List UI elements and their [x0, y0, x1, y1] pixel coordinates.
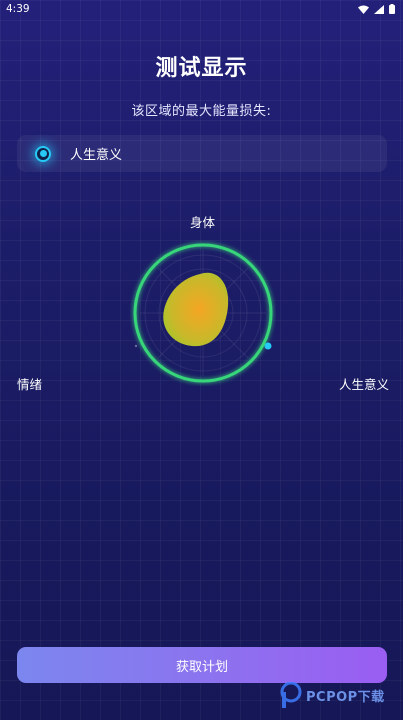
watermark-logo: PCPOP下载	[280, 682, 385, 708]
get-plan-button[interactable]: 获取计划	[17, 647, 387, 683]
energy-radar-chart	[133, 243, 273, 383]
option-item-meaning-of-life[interactable]: 人生意义	[17, 135, 387, 172]
watermark-text: PCPOP下载	[306, 689, 385, 705]
option-label: 人生意义	[70, 148, 123, 163]
battery-icon	[389, 4, 395, 14]
page-subtitle: 该区域的最大能量损失:	[131, 104, 272, 119]
radar-marker-dot	[264, 342, 272, 350]
status-time: 4:39	[6, 3, 30, 15]
radar-label-body: 身体	[190, 215, 216, 230]
status-icons	[358, 4, 395, 14]
page-title: 测试显示	[155, 56, 248, 81]
signal-icon	[374, 4, 384, 14]
radio-selected-icon[interactable]	[35, 145, 51, 162]
energy-blob	[163, 272, 229, 347]
status-bar: 4:39	[0, 0, 403, 18]
pcpop-logo-icon	[280, 682, 302, 708]
radar-small-dot	[134, 344, 138, 348]
radar-label-meaning: 人生意义	[339, 377, 390, 392]
wifi-icon	[358, 5, 369, 14]
radio-dot	[39, 150, 47, 157]
radar-label-emotion: 情绪	[17, 377, 43, 392]
